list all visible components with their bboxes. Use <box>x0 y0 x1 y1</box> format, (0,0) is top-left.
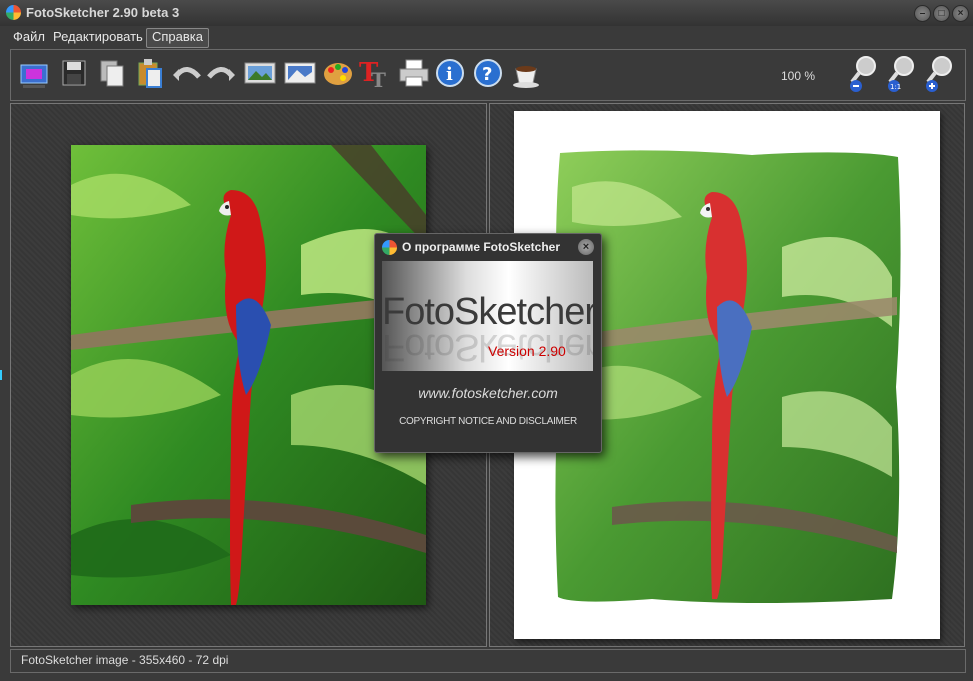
coffee-donate-button[interactable] <box>509 55 543 91</box>
status-bar: FotoSketcher image - 355x460 - 72 dpi <box>10 649 966 673</box>
printer-icon <box>399 59 429 87</box>
parrot-photo-image <box>71 145 426 605</box>
copy-button[interactable] <box>95 55 129 91</box>
info-button[interactable]: i <box>433 55 467 91</box>
text-icon: T T <box>359 58 386 92</box>
status-text: FotoSketcher image - 355x460 - 72 dpi <box>21 653 229 667</box>
svg-text:i: i <box>446 64 453 85</box>
open-image-icon <box>20 64 48 88</box>
redo-button[interactable] <box>205 55 239 91</box>
palette-icon <box>324 63 352 85</box>
help-button[interactable]: ? <box>471 55 505 91</box>
watercolor-result <box>552 147 904 607</box>
title-bar: FotoSketcher 2.90 beta 3 – □ × <box>0 0 973 27</box>
original-parrot-photo <box>71 145 426 605</box>
print-button[interactable] <box>397 55 431 91</box>
close-button[interactable]: × <box>952 5 969 22</box>
undo-icon <box>173 67 201 81</box>
open-image-button[interactable] <box>17 55 51 91</box>
text-tool-button[interactable]: T T <box>357 55 391 92</box>
zoom-1-1-button[interactable]: 1:1 <box>885 54 919 94</box>
about-dialog: О программе FotoSketcher × FotoSketcher … <box>374 233 602 453</box>
toolbar: T T i ? 100 % 1:1 <box>10 49 966 101</box>
landscape-icon <box>284 62 316 84</box>
website-link[interactable]: www.fotosketcher.com <box>375 385 601 401</box>
save-button[interactable] <box>57 55 91 91</box>
maximize-button[interactable]: □ <box>933 5 950 22</box>
zoom-out-button[interactable] <box>847 54 881 94</box>
zoom-in-icon <box>926 56 952 92</box>
svg-text:T: T <box>371 68 386 91</box>
original-image-button[interactable] <box>243 55 277 91</box>
edge-marker <box>0 370 2 380</box>
svg-text:1:1: 1:1 <box>890 83 901 91</box>
paste-icon <box>138 59 162 88</box>
menu-help[interactable]: Справка <box>146 28 209 48</box>
minimize-button[interactable]: – <box>914 5 931 22</box>
app-icon <box>6 5 21 20</box>
coffee-cup-icon <box>513 66 539 88</box>
menu-edit[interactable]: Редактировать <box>48 28 148 46</box>
dialog-close-button[interactable]: × <box>578 239 594 255</box>
redo-icon <box>207 67 235 81</box>
svg-text:?: ? <box>482 64 492 85</box>
zoom-out-icon <box>850 56 876 92</box>
about-banner: FotoSketcher FotoSketcher Version 2.90 <box>382 261 593 371</box>
zoom-level: 100 % <box>781 69 816 83</box>
floppy-icon <box>62 60 86 86</box>
paste-button[interactable] <box>133 55 167 91</box>
window-title: FotoSketcher 2.90 beta 3 <box>26 5 180 20</box>
result-image-button[interactable] <box>283 55 317 91</box>
info-icon: i <box>436 59 464 87</box>
copyright-link[interactable]: COPYRIGHT NOTICE AND DISCLAIMER <box>375 416 601 427</box>
menu-bar: Файл Редактировать Справка <box>0 26 973 48</box>
copy-icon <box>100 60 124 87</box>
dialog-app-icon <box>382 240 397 255</box>
film-image-icon <box>244 62 276 84</box>
version-label: Version 2.90 <box>488 343 566 359</box>
help-icon: ? <box>474 59 502 87</box>
zoom-actual-size-icon: 1:1 <box>888 56 914 92</box>
dialog-title: О программе FotoSketcher <box>402 240 561 254</box>
zoom-in-button[interactable] <box>923 54 957 94</box>
watercolor-parrot-image <box>555 150 901 603</box>
undo-button[interactable] <box>169 55 203 91</box>
paint-palette-button[interactable] <box>321 55 355 91</box>
menu-file[interactable]: Файл <box>8 28 50 46</box>
